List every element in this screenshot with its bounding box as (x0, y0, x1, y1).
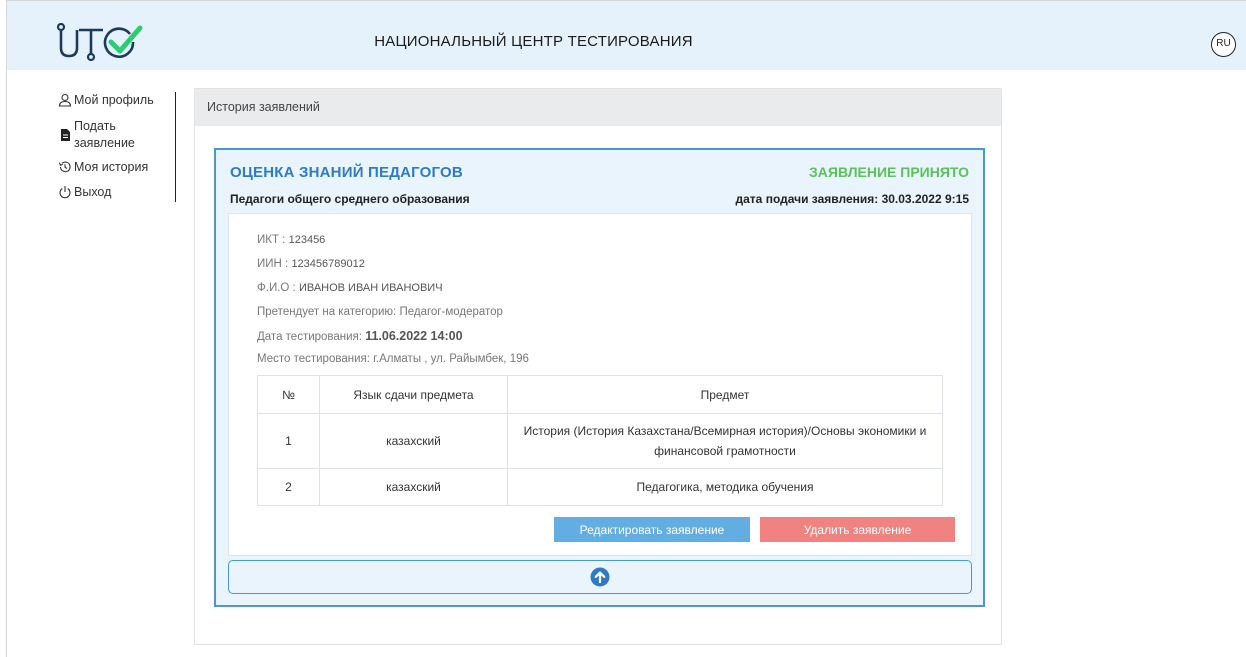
sidebar-item-profile[interactable]: Мой профиль (58, 92, 154, 109)
place-label: Место тестирования: (257, 353, 370, 365)
collapse-bar[interactable] (228, 560, 972, 594)
iin-row: ИИН : 123456789012 (257, 258, 365, 270)
delete-application-button[interactable]: Удалить заявление (760, 517, 955, 542)
fio-row: Ф.И.О : ИВАНОВ ИВАН ИВАНОВИЧ (257, 282, 443, 294)
subjects-table: № Язык сдачи предмета Предмет 1 казахски… (257, 375, 943, 506)
ikt-label: ИКТ : (257, 234, 286, 246)
table-row: 2 казахский Педагогика, методика обучени… (257, 468, 943, 506)
sidebar-item-label: Моя история (74, 160, 149, 174)
table-cell: 1 (257, 413, 320, 469)
category-row: Претендует на категорию: Педагог-модерат… (257, 306, 503, 318)
sidebar-item-history[interactable]: Моя история (58, 159, 148, 176)
column-header: Язык сдачи предмета (319, 375, 508, 414)
history-icon (58, 161, 71, 173)
header: НАЦИОНАЛЬНЫЙ ЦЕНТР ТЕСТИРОВАНИЯ RU (7, 1, 1246, 70)
table-cell: казахский (319, 413, 508, 469)
sidebar-item-label: Подать заявление (74, 119, 135, 150)
place-value: г.Алматы , ул. Райымбек, 196 (373, 353, 529, 365)
edit-application-button[interactable]: Редактировать заявление (554, 517, 750, 542)
window-left-border (6, 0, 7, 657)
place-row: Место тестирования: г.Алматы , ул. Райым… (257, 353, 529, 365)
table-row: 1 казахский История (История Казахстана/… (257, 413, 943, 469)
category-label: Претендует на категорию: (257, 306, 397, 318)
document-icon (61, 129, 70, 141)
user-icon (58, 93, 72, 107)
site-title: НАЦИОНАЛЬНЫЙ ЦЕНТР ТЕСТИРОВАНИЯ (374, 33, 693, 50)
sidebar-item-label: Мой профиль (74, 93, 154, 107)
application-details: ИКТ : 123456 ИИН : 123456789012 Ф.И.О : … (228, 213, 972, 556)
table-cell: казахский (319, 468, 508, 506)
status-badge: ЗАЯВЛЕНИЕ ПРИНЯТО (809, 164, 969, 180)
arrow-up-circle-icon[interactable] (590, 567, 610, 587)
table-cell: История (История Казахстана/Всемирная ис… (507, 413, 943, 469)
iin-label: ИИН : (257, 258, 289, 270)
application-subtitle: Педагоги общего среднего образования (230, 192, 470, 206)
test-date-value: 11.06.2022 14:00 (365, 329, 463, 343)
sidebar: Мой профиль Подать заявление Моя история… (58, 92, 176, 202)
submission-date: дата подачи заявления: 30.03.2022 9:15 (735, 192, 969, 206)
application-title: ОЦЕНКА ЗНАНИЙ ПЕДАГОГОВ (230, 164, 463, 181)
sidebar-item-label: Выход (74, 185, 112, 199)
column-header: № (257, 375, 320, 414)
application-card: ОЦЕНКА ЗНАНИЙ ПЕДАГОГОВ ЗАЯВЛЕНИЕ ПРИНЯТ… (214, 148, 985, 607)
table-cell: Педагогика, методика обучения (507, 468, 943, 506)
language-switcher[interactable]: RU (1211, 32, 1236, 57)
section-title: История заявлений (195, 89, 1001, 126)
power-icon (59, 186, 71, 199)
ikt-value: 123456 (288, 234, 326, 246)
sidebar-item-logout[interactable]: Выход (58, 184, 111, 201)
category-value: Педагог-модератор (399, 306, 503, 318)
fio-label: Ф.И.О : (257, 282, 296, 294)
fio-value: ИВАНОВ ИВАН ИВАНОВИЧ (298, 282, 443, 294)
ikt-row: ИКТ : 123456 (257, 234, 325, 246)
table-cell: 2 (257, 468, 320, 506)
column-header: Предмет (507, 375, 943, 414)
test-date-row: Дата тестирования: 11.06.2022 14:00 (257, 329, 463, 343)
test-date-label: Дата тестирования: (257, 331, 362, 343)
sidebar-item-submit[interactable]: Подать заявление (58, 118, 144, 152)
table-header-row: № Язык сдачи предмета Предмет (257, 375, 943, 414)
iin-value: 123456789012 (291, 258, 365, 270)
